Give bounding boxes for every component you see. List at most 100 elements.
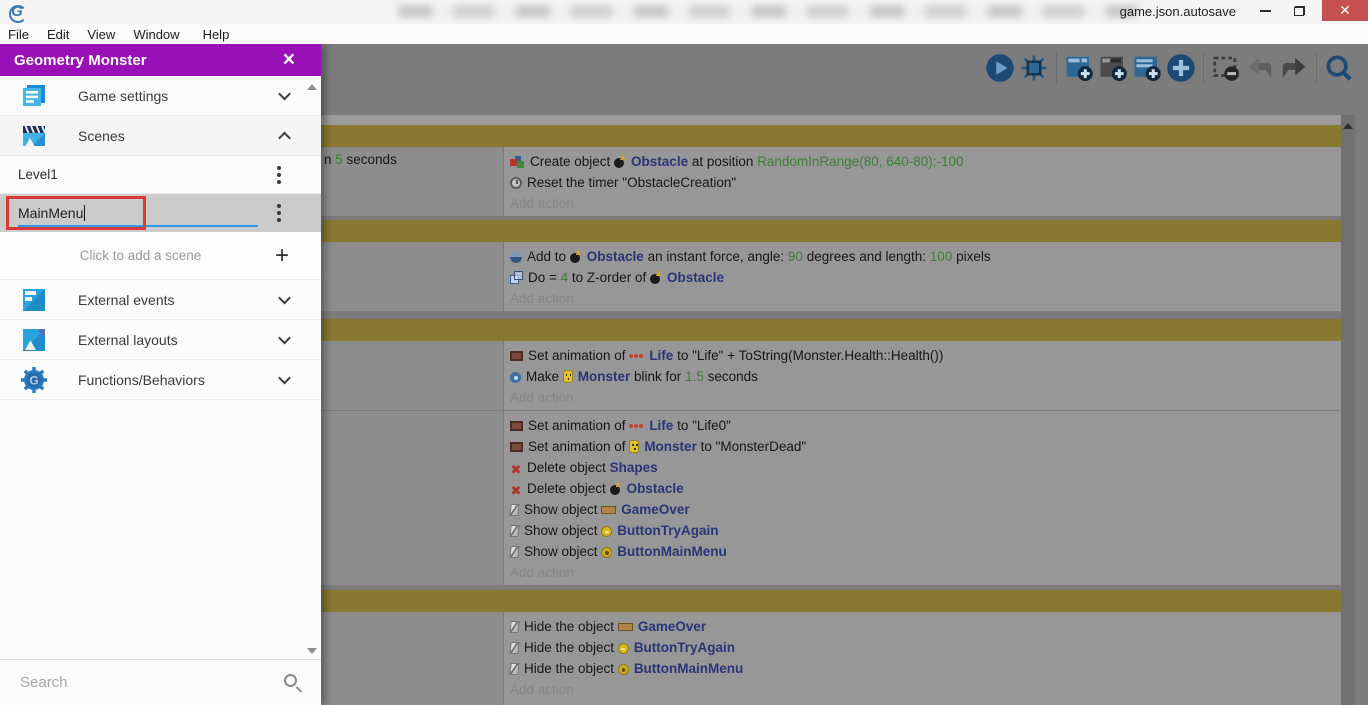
play-button[interactable] (983, 51, 1017, 85)
action-line[interactable]: Create object Obstacle at position Rando… (510, 151, 1341, 172)
debug-bug-button[interactable] (1017, 51, 1051, 85)
scroll-down-icon[interactable] (307, 648, 317, 654)
menu-help[interactable]: Help (194, 27, 239, 42)
actions-cell[interactable]: Hide the object GameOver Hide the object … (503, 612, 1341, 705)
add-subevent-button[interactable] (1096, 51, 1130, 85)
actions-cell[interactable]: Set animation of Life to "Life0" Set anim… (503, 411, 1341, 585)
kebab-menu-icon[interactable] (277, 204, 281, 208)
plus-icon[interactable]: + (275, 242, 289, 270)
action-line[interactable]: Show object GameOver (509, 499, 1341, 520)
menu-view[interactable]: View (78, 27, 124, 42)
event-row[interactable]: Set animation of Life to "Life" + ToStri… (321, 341, 1341, 410)
action-line[interactable]: Add to Obstacle an instant force, angle:… (510, 246, 1341, 267)
menu-file[interactable]: File (0, 27, 38, 42)
redo-button[interactable] (1277, 51, 1311, 85)
object-name: ButtonTryAgain (617, 523, 719, 538)
event-row[interactable]: Add to Obstacle an instant force, angle:… (321, 242, 1341, 311)
sidebar-item-scenes[interactable]: Scenes (0, 116, 321, 156)
conditions-cell[interactable] (321, 341, 503, 410)
event-group-bar[interactable] (321, 125, 1341, 147)
chevron-down-icon[interactable] (278, 87, 291, 100)
remove-event-button[interactable] (1209, 51, 1243, 85)
add-action-button[interactable]: Add action (510, 288, 1341, 309)
action-text: Show object (524, 523, 602, 538)
chevron-down-icon[interactable] (278, 371, 291, 384)
action-line[interactable]: Show object ButtonTryAgain (509, 520, 1341, 541)
btnm-icon (617, 664, 629, 675)
add-scene-label[interactable]: Click to add a scene (0, 248, 321, 263)
action-line[interactable]: Show object ButtonMainMenu (509, 541, 1341, 562)
undo-button[interactable] (1243, 51, 1277, 85)
action-line[interactable]: Set animation of Life to "Life0" (510, 415, 1341, 436)
event-group-bar[interactable] (321, 220, 1341, 242)
chevron-down-icon[interactable] (278, 331, 291, 344)
menu-edit[interactable]: Edit (38, 27, 78, 42)
action-text: Set animation of (528, 348, 630, 363)
action-line[interactable]: Hide the object GameOver (509, 616, 1341, 637)
action-line[interactable]: Set animation of Monster to "MonsterDead… (510, 436, 1341, 457)
action-text: Delete object (527, 460, 610, 475)
scroll-up-icon[interactable] (1343, 123, 1353, 129)
action-line[interactable]: Set animation of Life to "Life" + ToStri… (510, 345, 1341, 366)
scenes-icon (19, 121, 49, 151)
events-scrollbar[interactable] (1341, 115, 1355, 705)
vis-icon (509, 663, 520, 675)
action-text: Delete object (527, 481, 610, 496)
anim-icon (510, 351, 523, 361)
menu-window[interactable]: Window (124, 27, 193, 42)
conditions-cell[interactable] (321, 411, 503, 585)
chevron-down-icon[interactable] (278, 291, 291, 304)
add-action-button[interactable]: Add action (510, 387, 1341, 408)
action-line[interactable]: Do = 4 to Z-order of Obstacle (510, 267, 1341, 288)
event-group-bar[interactable] (321, 590, 1341, 612)
sidebar-item-external-events[interactable]: External events (0, 280, 321, 320)
conditions-cell[interactable]: n 5 seconds (321, 147, 503, 216)
sidebar-item-label: Game settings (78, 87, 169, 104)
search-button[interactable] (1322, 51, 1356, 85)
add-action-button[interactable]: Add action (510, 193, 1341, 214)
actions-cell[interactable]: Set animation of Life to "Life" + ToStri… (503, 341, 1341, 410)
sidebar-item-label: External layouts (78, 331, 178, 348)
panel-scrollbar[interactable] (305, 78, 319, 658)
add-circle-button[interactable] (1164, 51, 1198, 85)
scene-row-mainmenu[interactable]: MainMenu (0, 194, 321, 232)
functions-behaviors-icon: G (19, 365, 49, 395)
object-name: GameOver (637, 619, 707, 634)
action-line[interactable]: Hide the object ButtonTryAgain (509, 637, 1341, 658)
add-action-button[interactable]: Add action (510, 562, 1341, 583)
event-row[interactable]: n 5 seconds Create object Obstacle at pos… (321, 147, 1341, 216)
sidebar-item-game-settings[interactable]: Game settings (0, 76, 321, 116)
actions-cell[interactable]: Create object Obstacle at position Rando… (503, 147, 1341, 216)
sidebar-item-functions-behaviors[interactable]: G Functions/Behaviors (0, 360, 321, 400)
search-input[interactable] (18, 673, 258, 692)
close-panel-icon[interactable]: × (283, 49, 307, 70)
close-button[interactable]: ✕ (1322, 0, 1368, 21)
sidebar-item-external-layouts[interactable]: External layouts (0, 320, 321, 360)
conditions-cell[interactable] (321, 242, 503, 311)
action-text: at position (688, 154, 758, 169)
chevron-up-icon[interactable] (278, 131, 291, 144)
scene-row-level1[interactable]: Level1 (0, 156, 321, 194)
kebab-menu-icon[interactable] (277, 165, 281, 170)
add-comment-button[interactable] (1130, 51, 1164, 85)
event-group-bar[interactable] (321, 319, 1341, 341)
actions-cell[interactable]: Add to Obstacle an instant force, angle:… (503, 242, 1341, 311)
action-text: 5 (335, 152, 343, 167)
action-line[interactable]: Delete object Obstacle (510, 478, 1341, 499)
toolbar-separator (1203, 53, 1204, 83)
minimize-button[interactable] (1248, 0, 1282, 21)
restore-button[interactable] (1282, 0, 1316, 21)
add-event-button[interactable] (1062, 51, 1096, 85)
add-action-button[interactable]: Add action (510, 679, 1341, 700)
event-row[interactable]: Hide the object GameOver Hide the object … (321, 612, 1341, 705)
action-line[interactable]: Make Monster blink for 1.5 seconds (510, 366, 1341, 387)
scene-name[interactable]: Level1 (18, 167, 58, 182)
event-row[interactable]: Set animation of Life to "Life0" Set anim… (321, 410, 1341, 585)
action-line[interactable]: Delete object Shapes (510, 457, 1341, 478)
add-scene-row[interactable]: Click to add a scene + (0, 232, 321, 280)
conditions-cell[interactable] (321, 612, 503, 705)
scroll-up-icon[interactable] (307, 84, 317, 90)
action-line[interactable]: Reset the timer "ObstacleCreation" (510, 172, 1341, 193)
action-text: blink for (630, 369, 686, 384)
action-line[interactable]: Hide the object ButtonMainMenu (509, 658, 1341, 679)
